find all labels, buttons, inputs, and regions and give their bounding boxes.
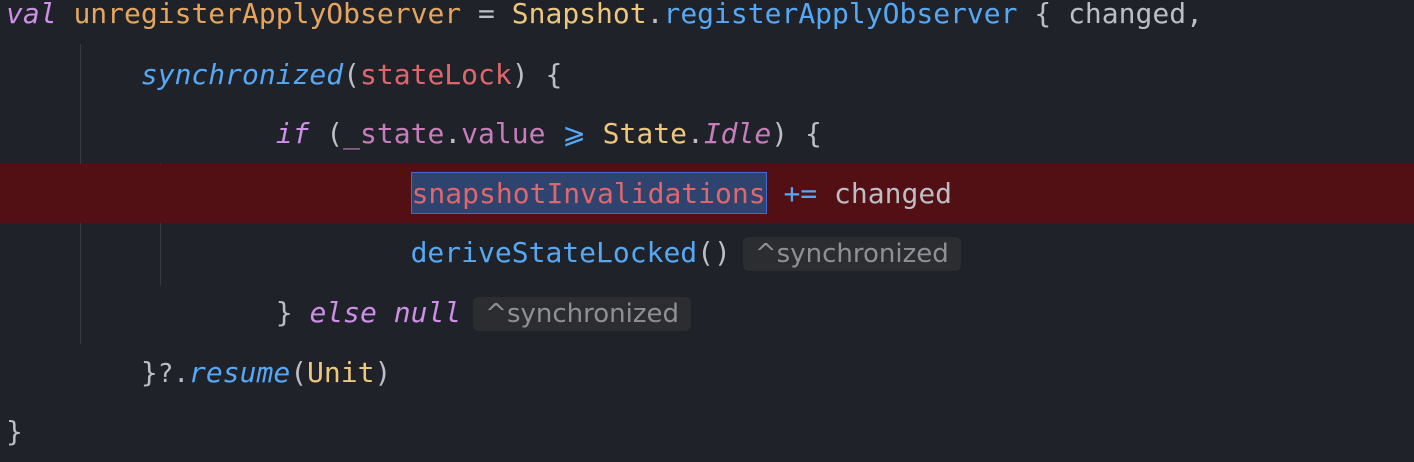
plus-assign-operator: +=: [783, 177, 818, 210]
inlay-hint: ^synchronized: [473, 297, 692, 331]
dot-operator: .: [444, 117, 462, 150]
dot-operator: .: [646, 0, 664, 30]
close-brace: }: [275, 296, 293, 329]
function-call[interactable]: registerApplyObserver: [663, 0, 1017, 30]
close-paren: ): [771, 117, 789, 150]
class-reference[interactable]: Unit: [307, 356, 374, 389]
function-call[interactable]: resume: [189, 356, 290, 389]
function-call[interactable]: synchronized: [141, 58, 343, 91]
class-reference[interactable]: Snapshot: [512, 0, 647, 30]
close-brace: }: [140, 356, 158, 389]
keyword-if: if: [275, 117, 310, 150]
close-paren: ): [511, 58, 529, 91]
keyword-else: else: [309, 296, 377, 329]
code-line-6[interactable]: } else null ^synchronized: [0, 283, 1414, 342]
argument[interactable]: changed: [834, 177, 952, 210]
keyword-null: null: [393, 296, 462, 329]
class-reference[interactable]: State: [603, 117, 687, 150]
property-reference[interactable]: _state: [343, 117, 444, 150]
call-parens: (): [697, 236, 731, 269]
enum-entry[interactable]: Idle: [704, 117, 771, 150]
inlay-hint: ^synchronized: [742, 237, 961, 271]
safe-call-operator: ?.: [157, 359, 190, 389]
code-line-8[interactable]: }: [0, 402, 1414, 461]
keyword-val: val: [6, 0, 57, 30]
argument[interactable]: stateLock: [360, 58, 512, 91]
dot-operator: .: [686, 117, 704, 150]
code-line-1[interactable]: val unregisterApplyObserver = Snapshot.r…: [0, 0, 1414, 43]
open-brace: {: [804, 117, 822, 150]
function-call[interactable]: deriveStateLocked: [411, 236, 698, 269]
variable-declaration[interactable]: unregisterApplyObserver: [73, 0, 461, 30]
code-line-3[interactable]: if (_state.value ⩾ State.Idle) {: [0, 104, 1414, 163]
open-paren: (: [290, 356, 308, 389]
open-paren: (: [343, 58, 361, 91]
comparison-operator: ⩾: [562, 117, 586, 150]
open-paren: (: [326, 117, 344, 150]
property-reference[interactable]: value: [461, 117, 545, 150]
code-line-5[interactable]: deriveStateLocked() ^synchronized: [0, 223, 1414, 282]
code-editor[interactable]: val unregisterApplyObserver = Snapshot.r…: [0, 0, 1414, 462]
lambda-param[interactable]: changed,: [1068, 0, 1203, 30]
assign-operator: =: [478, 0, 495, 30]
open-brace: {: [545, 58, 563, 91]
code-line-7[interactable]: }?.resume(Unit): [0, 343, 1414, 402]
open-brace: {: [1034, 0, 1052, 30]
code-line-2[interactable]: synchronized(stateLock) {: [0, 45, 1414, 104]
close-paren: ): [374, 356, 392, 389]
code-line-4-breakpoint[interactable]: snapshotInvalidations += changed: [0, 164, 1414, 223]
close-brace: }: [6, 415, 23, 448]
selected-variable[interactable]: snapshotInvalidations: [410, 172, 767, 214]
